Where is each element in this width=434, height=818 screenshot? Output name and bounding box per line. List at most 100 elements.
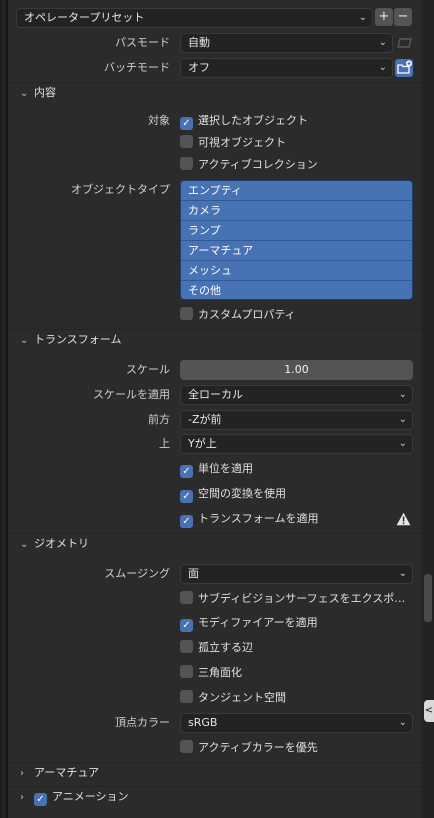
loose-edges-label: 孤立する辺 (198, 641, 253, 654)
apply-scale-value: 全ローカル (188, 388, 243, 401)
gutter-strip (2, 0, 5, 818)
prioritize-active-color-checkbox[interactable]: アクティブカラーを優先 (180, 738, 318, 758)
warning-icon (396, 512, 411, 526)
export-subdivision-label: サブディビジョンサーフェスをエクスポ… (198, 592, 406, 605)
geometry-header-label: ジオメトリ (34, 537, 89, 550)
prioritize-active-color-label: アクティブカラーを優先 (198, 741, 318, 754)
path-mode-dropdown[interactable]: 自動 ⌄ (180, 33, 393, 53)
vertex-color-label: 頂点カラー (115, 716, 170, 729)
up-axis-label: 上 (159, 437, 170, 450)
object-type-camera[interactable]: カメラ (181, 201, 412, 221)
triangulate-label: 三角面化 (198, 666, 242, 679)
batch-mode-label: バッチモード (104, 61, 170, 74)
apply-transform-label: トランスフォームを適用 (198, 512, 319, 525)
forward-axis-dropdown[interactable]: -Zが前 ⌄ (180, 410, 413, 430)
tangent-space-label: タンジェント空間 (198, 691, 286, 704)
apply-scale-dropdown[interactable]: 全ローカル ⌄ (180, 385, 413, 405)
checkbox-icon (180, 640, 193, 653)
smoothing-dropdown[interactable]: 面 ⌄ (180, 564, 413, 584)
use-space-transform-label: 空間の変換を使用 (198, 487, 286, 500)
path-mode-value: 自動 (188, 36, 210, 49)
operator-preset-dropdown[interactable]: オペレータープリセット ⌄ (16, 8, 373, 28)
checkmark-icon: ✓ (180, 465, 193, 478)
up-axis-dropdown[interactable]: Yが上 ⌄ (180, 434, 413, 454)
triangulate-checkbox[interactable]: 三角面化 (180, 663, 242, 683)
animation-enable-checkbox[interactable]: ✓ (34, 793, 47, 806)
object-type-other[interactable]: その他 (181, 281, 412, 299)
vertex-color-value: sRGB (188, 716, 218, 729)
batch-mode-value: オフ (188, 61, 210, 74)
apply-unit-checkbox[interactable]: ✓ 単位を適用 (180, 459, 253, 479)
checkbox-icon (180, 740, 193, 753)
checkbox-icon (180, 665, 193, 678)
chevron-right-icon: › (20, 768, 24, 779)
target-label: 対象 (148, 114, 170, 127)
custom-properties-label: カスタムプロパティ (198, 308, 296, 321)
new-folder-icon[interactable] (395, 59, 413, 77)
visible-objects-checkbox[interactable]: 可視オブジェクト (180, 133, 286, 153)
animation-header-label: アニメーション (52, 790, 129, 803)
up-axis-value: Yが上 (188, 437, 217, 450)
chevron-down-icon: ⌄ (398, 568, 407, 579)
path-mode-label: パスモード (115, 36, 170, 49)
embed-textures-icon[interactable] (396, 35, 414, 51)
chevron-down-icon: ⌄ (20, 88, 29, 99)
scrollbar-thumb[interactable] (424, 574, 432, 622)
chevron-down-icon: ⌄ (20, 539, 29, 550)
checkbox-icon (180, 157, 193, 170)
export-subdivision-checkbox[interactable]: サブディビジョンサーフェスをエクスポ… (180, 589, 413, 609)
checkmark-icon: ✓ (180, 117, 193, 130)
object-type-label: オブジェクトタイプ (71, 183, 170, 196)
chevron-down-icon: ⌄ (398, 389, 407, 400)
include-section-header[interactable]: ⌄ 内容 (20, 82, 56, 104)
remove-preset-button[interactable]: − (394, 8, 412, 26)
forward-axis-value: -Zが前 (188, 413, 222, 426)
chevron-down-icon: ⌄ (358, 12, 367, 23)
checkbox-icon (180, 135, 193, 148)
checkmark-icon: ✓ (180, 490, 193, 503)
tangent-space-checkbox[interactable]: タンジェント空間 (180, 688, 286, 708)
smoothing-label: スムージング (104, 567, 170, 580)
object-type-list: エンプティ カメラ ランプ アーマチュア メッシュ その他 (180, 180, 413, 300)
active-collection-checkbox[interactable]: アクティブコレクション (180, 155, 318, 175)
chevron-right-icon: › (20, 792, 24, 803)
chevron-down-icon: ⌄ (20, 335, 29, 346)
selected-objects-label: 選択したオブジェクト (198, 114, 308, 127)
selected-objects-checkbox[interactable]: ✓ 選択したオブジェクト (180, 111, 308, 131)
object-type-mesh[interactable]: メッシュ (181, 261, 412, 281)
add-preset-button[interactable]: + (375, 8, 393, 26)
divider (10, 82, 422, 83)
armature-section-header[interactable]: › アーマチュア (20, 762, 99, 784)
sidebar-toggle-tab[interactable]: < (424, 700, 434, 722)
object-type-empty[interactable]: エンプティ (181, 181, 412, 201)
batch-mode-dropdown[interactable]: オフ ⌄ (180, 58, 393, 78)
use-space-transform-checkbox[interactable]: ✓ 空間の変換を使用 (180, 484, 286, 504)
object-type-armature[interactable]: アーマチュア (181, 241, 412, 261)
vertex-color-dropdown[interactable]: sRGB ⌄ (180, 713, 413, 733)
transform-section-header[interactable]: ⌄ トランスフォーム (20, 329, 121, 351)
scale-slider[interactable]: 1.00 (180, 360, 413, 380)
chevron-down-icon: ⌄ (378, 62, 387, 73)
transform-header-label: トランスフォーム (34, 333, 122, 346)
loose-edges-checkbox[interactable]: 孤立する辺 (180, 638, 253, 658)
geometry-section-header[interactable]: ⌄ ジオメトリ (20, 533, 89, 555)
apply-transform-checkbox[interactable]: ✓ トランスフォームを適用 (180, 509, 318, 529)
left-gutter (0, 0, 8, 818)
checkbox-icon (180, 307, 193, 320)
include-header-label: 内容 (34, 86, 56, 99)
custom-properties-checkbox[interactable]: カスタムプロパティ (180, 305, 296, 325)
forward-axis-label: 前方 (148, 413, 170, 426)
scrollbar-track[interactable] (422, 0, 434, 818)
chevron-down-icon: ⌄ (378, 37, 387, 48)
chevron-down-icon: ⌄ (398, 717, 407, 728)
apply-modifiers-checkbox[interactable]: ✓ モディファイアーを適用 (180, 613, 318, 633)
scale-label: スケール (126, 363, 170, 376)
visible-objects-label: 可視オブジェクト (198, 136, 286, 149)
object-type-lamp[interactable]: ランプ (181, 221, 412, 241)
animation-section-header[interactable]: › ✓ アニメーション (20, 786, 129, 808)
smoothing-value: 面 (188, 567, 199, 580)
export-options-panel: オペレータープリセット ⌄ + − パスモード 自動 ⌄ バッチモード オフ ⌄… (10, 0, 422, 818)
apply-modifiers-label: モディファイアーを適用 (198, 616, 318, 629)
chevron-down-icon: ⌄ (398, 438, 407, 449)
checkbox-icon (180, 591, 193, 604)
